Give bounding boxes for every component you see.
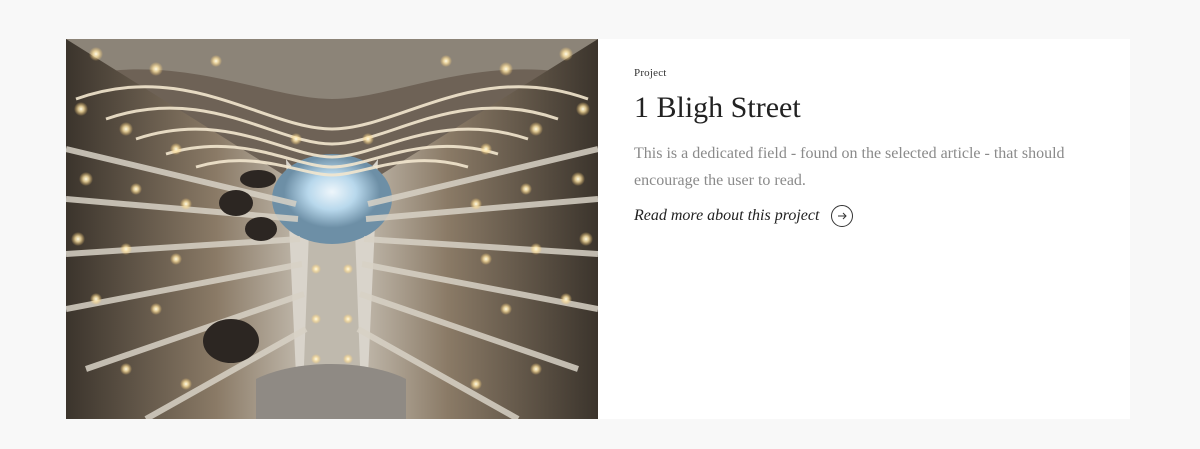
category-label: Project: [634, 67, 667, 79]
read-more-link[interactable]: Read more about this project: [634, 205, 854, 227]
arrow-right-circle-icon[interactable]: [831, 205, 854, 227]
read-more-label: Read more about this project: [634, 207, 820, 224]
atrium-photo: [66, 39, 598, 419]
card-title[interactable]: 1 Bligh Street: [634, 88, 1094, 128]
card-content: Project 1 Bligh Street This is a dedicat…: [598, 39, 1130, 419]
project-card: Project 1 Bligh Street This is a dedicat…: [66, 39, 1130, 419]
project-image[interactable]: [66, 39, 598, 419]
card-description: This is a dedicated field - found on the…: [634, 145, 1065, 189]
